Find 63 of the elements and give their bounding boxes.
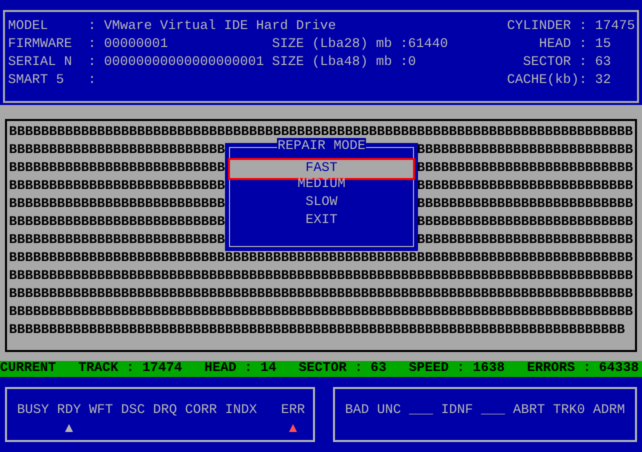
block-row: BBBBBBBBBBBBBBBBBBBBBBBBBBB — [9, 196, 225, 214]
flag-label: CORR — [185, 402, 217, 420]
field-label: CYLINDER : — [507, 18, 587, 36]
flag-label: IDNF — [441, 402, 473, 420]
block-row: BBBBBBBBBBBBBBBBBBBBBBBBBBB — [417, 196, 633, 214]
block-row: BBBBBBBBBBBBBBBBBBBBBBBBBBB — [417, 178, 633, 196]
field-value: 00000001 — [104, 36, 169, 54]
field-label: SMART 5 — [8, 72, 65, 90]
status-reading: ERRORS : 64338 — [526, 361, 639, 377]
field-label: FIRMWARE — [8, 36, 73, 54]
block-row: BBBBBBBBBBBBBBBBBBBBBBBBBBB — [417, 214, 633, 232]
flag-label: ADRM — [593, 402, 625, 420]
field-value: VMware Virtual IDE Hard Drive — [104, 18, 336, 36]
flag-label: BUSY — [17, 402, 49, 420]
block-row: BBBBBBBBBBBBBBBBBBBBBBBBBBB — [9, 178, 225, 196]
field-separator: : — [88, 18, 97, 36]
field-value: 17475 — [595, 18, 635, 36]
field-value: 00000000000000000001 — [104, 54, 265, 72]
block-row: BBBBBBBBBBBBBBBBBBBBBBBBBBB — [9, 214, 225, 232]
flag-label: ERR — [281, 402, 305, 420]
field-label: HEAD : — [538, 36, 587, 54]
block-row-text: BBBBBBBBBBBBBBBBBBBBBBBBBBBBBBBBBBBBBBBBBBBBBBBBBBBBBBBBBBBBBBBBBBBBBBBBBBBBBB — [9, 124, 633, 140]
field-label: SERIAL N — [8, 54, 73, 72]
block-row: BBBBBBBBBBBBBBBBBBBBBBBBBBBBBBBBBBBBBBBBBBBBBBBBBBBBBBBBBBBBBBBBBBBBBBBBBBBBB — [9, 322, 625, 340]
flag-label: WFT — [89, 402, 113, 420]
field-separator: : — [88, 36, 97, 54]
block-row: BBBBBBBBBBBBBBBBBBBBBBBBBBB — [417, 232, 633, 250]
status-reading: SPEED : 1638 — [408, 361, 505, 377]
menu-item[interactable]: SLOW — [231, 194, 412, 212]
flag-label: ABRT — [513, 402, 545, 420]
field-value: 32 — [595, 72, 612, 90]
field-label: SECTOR : — [522, 54, 587, 72]
block-row: BBBBBBBBBBBBBBBBBBBBBBBBBBB — [9, 142, 225, 160]
block-row: BBBBBBBBBBBBBBBBBBBBBBBBBBBBBBBBBBBBBBBBBBBBBBBBBBBBBBBBBBBBBBBBBBBBBBBBBBBBBB — [9, 286, 633, 304]
flag-label: BAD — [345, 402, 369, 420]
status-reading: HEAD : 14 — [204, 361, 276, 377]
block-row: BBBBBBBBBBBBBBBBBBBBBBBBBBB — [9, 232, 225, 250]
flag-label: ___ — [409, 402, 433, 420]
flag-label: DSC — [121, 402, 145, 420]
flag-label: UNC — [377, 402, 401, 420]
size-info: SIZE (Lba28) mb :61440 — [272, 36, 448, 54]
block-row: BBBBBBBBBBBBBBBBBBBBBBBBBBB — [417, 142, 633, 160]
menu-item[interactable]: EXIT — [231, 212, 412, 230]
flag-label: DRQ — [153, 402, 177, 420]
block-row: BBBBBBBBBBBBBBBBBBBBBBBBBBB — [9, 160, 225, 178]
field-separator: : — [88, 72, 97, 90]
field-separator: : — [88, 54, 97, 72]
flag-label: RDY — [57, 402, 81, 420]
flag-label: INDX — [225, 402, 257, 420]
block-row: BBBBBBBBBBBBBBBBBBBBBBBBBBB — [417, 160, 633, 178]
block-row: BBBBBBBBBBBBBBBBBBBBBBBBBBBBBBBBBBBBBBBBBBBBBBBBBBBBBBBBBBBBBBBBBBBBBBBBBBBBBB — [9, 250, 633, 268]
size-info: SIZE (Lba48) mb :0 — [272, 54, 416, 72]
field-value: 63 — [595, 54, 612, 72]
status-reading: SECTOR : 63 — [298, 361, 387, 377]
flag-label: ___ — [481, 402, 505, 420]
status-reading: TRACK : 17474 — [78, 361, 182, 377]
flag-label: TRK0 — [553, 402, 585, 420]
block-row: BBBBBBBBBBBBBBBBBBBBBBBBBBBBBBBBBBBBBBBBBBBBBBBBBBBBBBBBBBBBBBBBBBBBBBBBBBBBBB — [9, 268, 633, 286]
field-label: CACHE(kb): — [507, 72, 587, 90]
field-label: MODEL — [8, 18, 49, 36]
block-row: BBBBBBBBBBBBBBBBBBBBBBBBBBBBBBBBBBBBBBBBBBBBBBBBBBBBBBBBBBBBBBBBBBBBBBBBBBBBBB — [9, 304, 633, 322]
status-label: CURRENT — [0, 361, 56, 377]
field-value: 15 — [595, 36, 612, 54]
